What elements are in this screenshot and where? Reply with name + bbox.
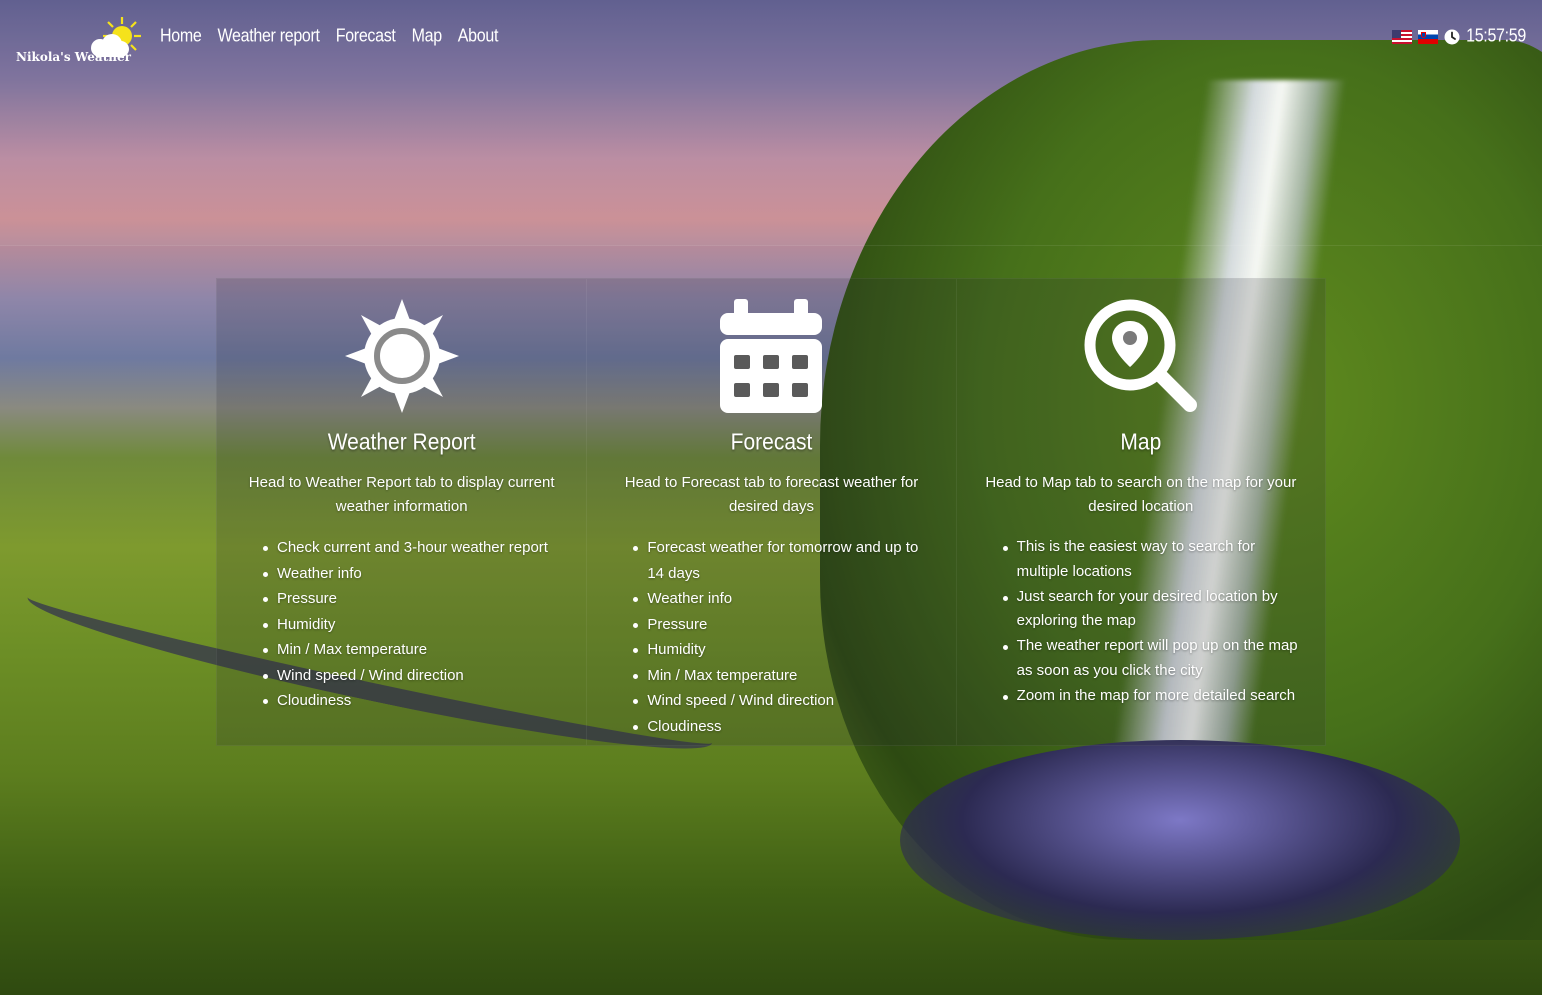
- list-item: The weather report will pop up on the ma…: [1002, 634, 1307, 684]
- map-card: Map Head to Map tab to search on the map…: [955, 279, 1325, 745]
- nav-home[interactable]: Home: [160, 27, 202, 48]
- nav-weather-report[interactable]: Weather report: [217, 27, 320, 48]
- list-item: Pressure: [262, 586, 568, 612]
- list-item: Pressure: [633, 612, 937, 638]
- card-description: Head to Forecast tab to forecast weather…: [624, 474, 919, 515]
- hero-band: [0, 80, 1542, 246]
- list-item: Humidity: [262, 612, 568, 638]
- feature-list: Forecast weather for tomorrow and up to …: [633, 535, 937, 740]
- list-item: Cloudiness: [633, 714, 937, 740]
- forecast-card: Forecast Head to Forecast tab to forecas…: [586, 279, 955, 745]
- card-title: Map: [1120, 429, 1162, 456]
- list-item: Humidity: [633, 637, 937, 663]
- feature-list: Check current and 3-hour weather report …: [262, 535, 568, 714]
- list-item: This is the easiest way to search for mu…: [1002, 535, 1307, 585]
- list-item: Min / Max temperature: [262, 637, 568, 663]
- map-search-icon: [1084, 299, 1197, 412]
- waterfall-pool: [900, 740, 1460, 940]
- clock-icon: [1444, 29, 1460, 45]
- list-item: Zoom in the map for more detailed search: [1002, 684, 1307, 709]
- list-item: Weather info: [633, 586, 937, 612]
- list-item: Min / Max temperature: [633, 663, 937, 689]
- header-right: 15:57:59: [1392, 26, 1526, 47]
- card-title: Forecast: [730, 429, 813, 456]
- slovenia-flag-icon[interactable]: [1418, 30, 1439, 44]
- list-item: Weather info: [262, 561, 568, 587]
- main-nav: Home Weather report Forecast Map About: [160, 27, 514, 48]
- brand-logo[interactable]: Nikola's Weather: [14, 14, 141, 68]
- nav-map[interactable]: Map: [412, 27, 443, 48]
- brand-name: Nikola's Weather: [16, 50, 131, 64]
- list-item: Wind speed / Wind direction: [262, 663, 568, 689]
- nav-forecast[interactable]: Forecast: [336, 27, 396, 48]
- us-flag-icon[interactable]: [1392, 30, 1413, 44]
- weather-report-card: Weather Report Head to Weather Report ta…: [217, 279, 586, 745]
- card-title: Weather Report: [327, 429, 476, 456]
- card-description: Head to Weather Report tab to display cu…: [248, 474, 555, 515]
- navbar: Nikola's Weather Home Weather report For…: [0, 0, 1542, 80]
- sun-icon: [344, 299, 459, 413]
- list-item: Check current and 3-hour weather report: [262, 535, 568, 561]
- nav-about[interactable]: About: [458, 27, 499, 48]
- list-item: Just search for your desired location by…: [1002, 585, 1307, 635]
- card-description: Head to Map tab to search on the map for…: [985, 474, 1297, 515]
- current-time: 15:57:59: [1466, 26, 1526, 47]
- list-item: Forecast weather for tomorrow and up to …: [633, 535, 937, 586]
- list-item: Cloudiness: [262, 688, 568, 714]
- list-item: Wind speed / Wind direction: [633, 688, 937, 714]
- calendar-icon: [720, 299, 823, 413]
- features-panel: Weather Report Head to Weather Report ta…: [216, 278, 1326, 746]
- feature-list: This is the easiest way to search for mu…: [1002, 535, 1307, 709]
